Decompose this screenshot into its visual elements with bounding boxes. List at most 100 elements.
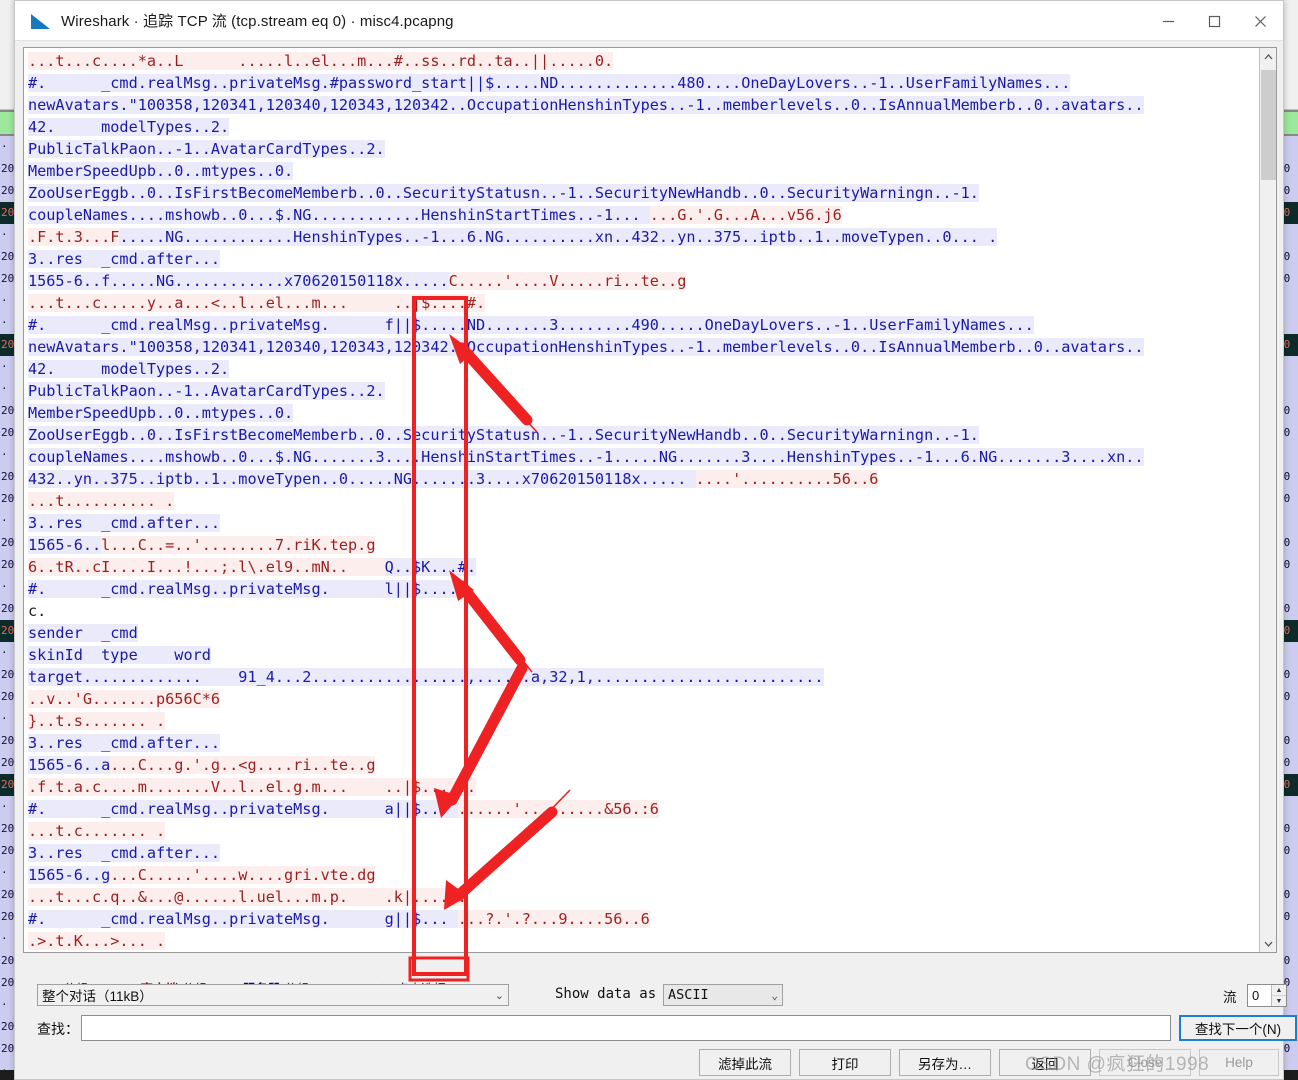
server-text: #. _cmd.realMsg..privateMsg. f||$.....ND… xyxy=(28,316,1034,334)
stream-text[interactable]: ...t...c....*a..L .....l..el...m...#..ss… xyxy=(24,48,1259,952)
stream-line: 1565-6..g...C.....'....w....gri.vte.dg xyxy=(28,864,1259,886)
stream-line: ...t...c....*a..L .....l..el...m...#..ss… xyxy=(28,50,1259,72)
screen-root: · 20 20 20 · 20 20 · · 20 · · 20 20 · 20 20 · 20 20 · 20 20 · 20… xyxy=(0,0,1298,1080)
conversation-select[interactable]: 整个对话（11kB） ⌄ xyxy=(37,984,509,1006)
server-text: 42. modelTypes..2. xyxy=(28,360,230,378)
client-text: ...?.'.?...9....56..6 xyxy=(457,910,650,928)
client-text: ...t...c....*a..L .....l..el...m...#..ss… xyxy=(28,52,614,70)
stream-status-text: 分组 92。91 客户端 分组, 124 服务器 分组, 101 turn(s)… xyxy=(37,963,1037,996)
minimize-icon[interactable] xyxy=(1145,1,1191,41)
server-text: skinId type word xyxy=(28,646,211,664)
maximize-icon[interactable] xyxy=(1191,1,1237,41)
stream-number-label: 流 xyxy=(1223,990,1237,1005)
stream-line: 42. modelTypes..2. xyxy=(28,358,1259,380)
stepper-down-icon[interactable]: ▼ xyxy=(1272,996,1286,1006)
server-text: coupleNames....mshowb..0...$.NG.......3.… xyxy=(28,448,1144,466)
chevron-down-icon: ⌄ xyxy=(494,989,504,1002)
server-text: 1565-6..g xyxy=(28,866,111,884)
stream-line: ZooUserEggb..0..IsFirstBecomeMemberb..0.… xyxy=(28,182,1259,204)
server-text: 1565-6.. xyxy=(28,536,102,554)
stream-content-pane[interactable]: ...t...c....*a..L .....l..el...m...#..ss… xyxy=(23,47,1277,953)
stream-line: 1565-6..f.....NG............x70620150118… xyxy=(28,270,1259,292)
server-text: newAvatars."100358,120341,120340,120343,… xyxy=(28,96,1144,114)
stream-number-value[interactable]: 0 xyxy=(1248,985,1271,1006)
stream-line: MemberSpeedUpb..0..mtypes..0. xyxy=(28,160,1259,182)
client-text: ......'.........&56.:6 xyxy=(457,800,659,818)
server-text: 1565-6..a xyxy=(28,756,111,774)
client-text: ...t.......... . xyxy=(28,492,175,510)
server-text: 3..res _cmd.after... xyxy=(28,734,221,752)
server-text: MemberSpeedUpb..0..mtypes..0. xyxy=(28,162,294,180)
client-text: 6..tR..cI....I...!...;.l\.el9..mN.. xyxy=(28,558,385,576)
find-next-button[interactable]: 查找下一个(N) xyxy=(1179,1015,1297,1041)
stream-line: 1565-6..l...C..=..'........7.riK.tep.g xyxy=(28,534,1259,556)
stream-line: skinId type word xyxy=(28,644,1259,666)
stream-line: MemberSpeedUpb..0..mtypes..0. xyxy=(28,402,1259,424)
filter-out-stream-button[interactable]: 滤掉此流 xyxy=(699,1049,791,1076)
stream-line: PublicTalkPaon..-1..AvatarCardTypes..2. xyxy=(28,380,1259,402)
save-as-button[interactable]: 另存为… xyxy=(899,1049,991,1076)
stepper-up-icon[interactable]: ▲ xyxy=(1272,985,1286,996)
dialog-titlebar: Wireshark · 追踪 TCP 流 (tcp.stream eq 0) ·… xyxy=(15,1,1283,41)
stream-line: ...t...c.q..&...@......l.uel...m.p. .k|.… xyxy=(28,886,1259,908)
server-text: MemberSpeedUpb..0..mtypes..0. xyxy=(28,404,294,422)
scroll-down-icon[interactable] xyxy=(1260,935,1276,952)
client-text: }..t.s....... . xyxy=(28,712,166,730)
stream-line: ...t...c.....y..a...<..l..el...m... ..|$… xyxy=(28,292,1259,314)
stream-line: .>.t.K...>... . xyxy=(28,930,1259,952)
client-text: ...t...c.q..&...@......l.uel...m.p. .k|.… xyxy=(28,888,467,906)
stream-line: c. xyxy=(28,600,1259,622)
stream-line: 1565-6..a...C...g.'.g..<g....ri..te..g xyxy=(28,754,1259,776)
client-text: ...C.....'....w....gri.vte.dg xyxy=(110,866,376,884)
server-text: PublicTalkPaon..-1..AvatarCardTypes..2. xyxy=(28,140,385,158)
server-text: #. _cmd.realMsg..privateMsg.#password_st… xyxy=(28,74,1071,92)
client-text: .>.t.K...>... . xyxy=(28,932,166,950)
stream-line: #. _cmd.realMsg..privateMsg. a||$... ...… xyxy=(28,798,1259,820)
dialog-title: Wireshark · 追踪 TCP 流 (tcp.stream eq 0) ·… xyxy=(61,13,454,30)
server-text: target............. 91_4...2............… xyxy=(28,668,824,686)
server-text: #. _cmd.realMsg..privateMsg. l||$.... xyxy=(28,580,458,598)
server-text: 3..res _cmd.after... xyxy=(28,844,221,862)
encoding-select-value: ASCII xyxy=(668,987,709,1003)
client-text: C.....'....V.....ri..te..g xyxy=(448,272,687,290)
stream-line: newAvatars."100358,120341,120340,120343,… xyxy=(28,94,1259,116)
stream-line: PublicTalkPaon..-1..AvatarCardTypes..2. xyxy=(28,138,1259,160)
stepper-buttons[interactable]: ▲ ▼ xyxy=(1271,985,1286,1006)
server-text: newAvatars."100358,120341,120340,120343,… xyxy=(28,338,1144,356)
conversation-select-value: 整个对话（11kB） xyxy=(42,989,153,1004)
stream-line: coupleNames....mshowb..0...$.NG.......3.… xyxy=(28,446,1259,468)
stream-line: 3..res _cmd.after... xyxy=(28,732,1259,754)
help-button[interactable]: Help xyxy=(1199,1049,1279,1076)
scroll-up-icon[interactable] xyxy=(1260,48,1276,65)
client-text: ....'..........56..6 xyxy=(695,470,879,488)
stream-number-stepper[interactable]: 0 ▲ ▼ xyxy=(1247,984,1287,1007)
server-text: 3..res _cmd.after... xyxy=(28,514,221,532)
stream-line: target............. 91_4...2............… xyxy=(28,666,1259,688)
client-text: .F.t.3...F xyxy=(28,228,120,246)
stream-line: 3..res _cmd.after... xyxy=(28,512,1259,534)
server-text: PublicTalkPaon..-1..AvatarCardTypes..2. xyxy=(28,382,385,400)
server-text: #. _cmd.realMsg..privateMsg. g||$... xyxy=(28,910,458,928)
stream-line: coupleNames....mshowb..0...$.NG.........… xyxy=(28,204,1259,226)
stream-line: 6..tR..cI....I...!...;.l\.el9..mN.. Q..$… xyxy=(28,556,1259,578)
server-text: Q..$K...#. xyxy=(384,558,477,576)
close-icon[interactable] xyxy=(1237,1,1283,41)
stream-line: #. _cmd.realMsg..privateMsg. f||$.....ND… xyxy=(28,314,1259,336)
server-text: 1565-6..f.....NG............x70620150118… xyxy=(28,272,449,290)
print-button[interactable]: 打印 xyxy=(799,1049,891,1076)
client-text: ...t.c....... . xyxy=(28,822,166,840)
scrollbar-thumb[interactable] xyxy=(1261,70,1276,180)
chevron-down-icon-encoding: ⌄ xyxy=(771,988,778,1002)
stream-line: #. _cmd.realMsg..privateMsg.#password_st… xyxy=(28,72,1259,94)
find-input[interactable] xyxy=(81,1015,1171,1041)
encoding-select[interactable]: ASCII ⌄ xyxy=(663,984,783,1006)
server-text: 3..res _cmd.after... xyxy=(28,250,221,268)
vertical-scrollbar[interactable] xyxy=(1259,48,1276,952)
server-text: 42. modelTypes..2. xyxy=(28,118,230,136)
stream-line: .f.t.a.c....m.......V..l..el.g.m... ..|$… xyxy=(28,776,1259,798)
window-controls xyxy=(1145,1,1283,41)
server-text: sender _cmd xyxy=(28,624,138,642)
csdn-watermark: CSDN @疯狂的1998 xyxy=(1025,1054,1210,1075)
server-text: #. _cmd.realMsg..privateMsg. a||$... xyxy=(28,800,458,818)
stream-line: #. _cmd.realMsg..privateMsg. l||$.... xyxy=(28,578,1259,600)
